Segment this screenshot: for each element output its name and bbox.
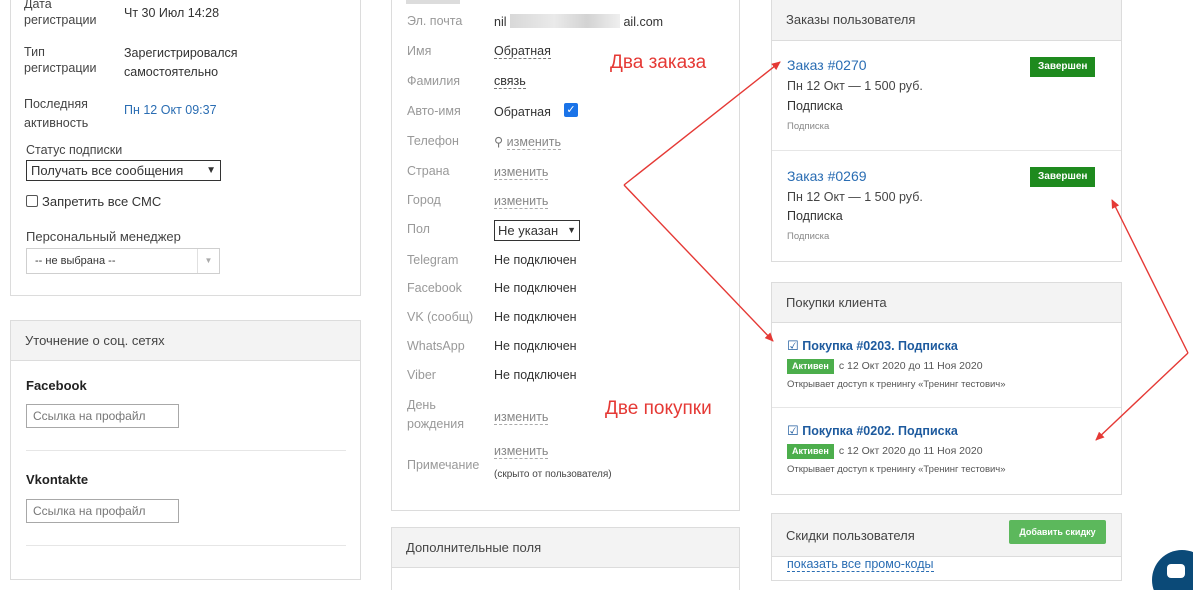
- chat-icon: [1167, 564, 1185, 578]
- arrow-to-orders: [623, 61, 781, 186]
- arrow-to-purchases: [623, 184, 774, 342]
- annotation-arrows: [623, 61, 1189, 441]
- arrow-to-second-order: [1111, 199, 1189, 354]
- arrow-to-second-purchase: [1095, 352, 1189, 441]
